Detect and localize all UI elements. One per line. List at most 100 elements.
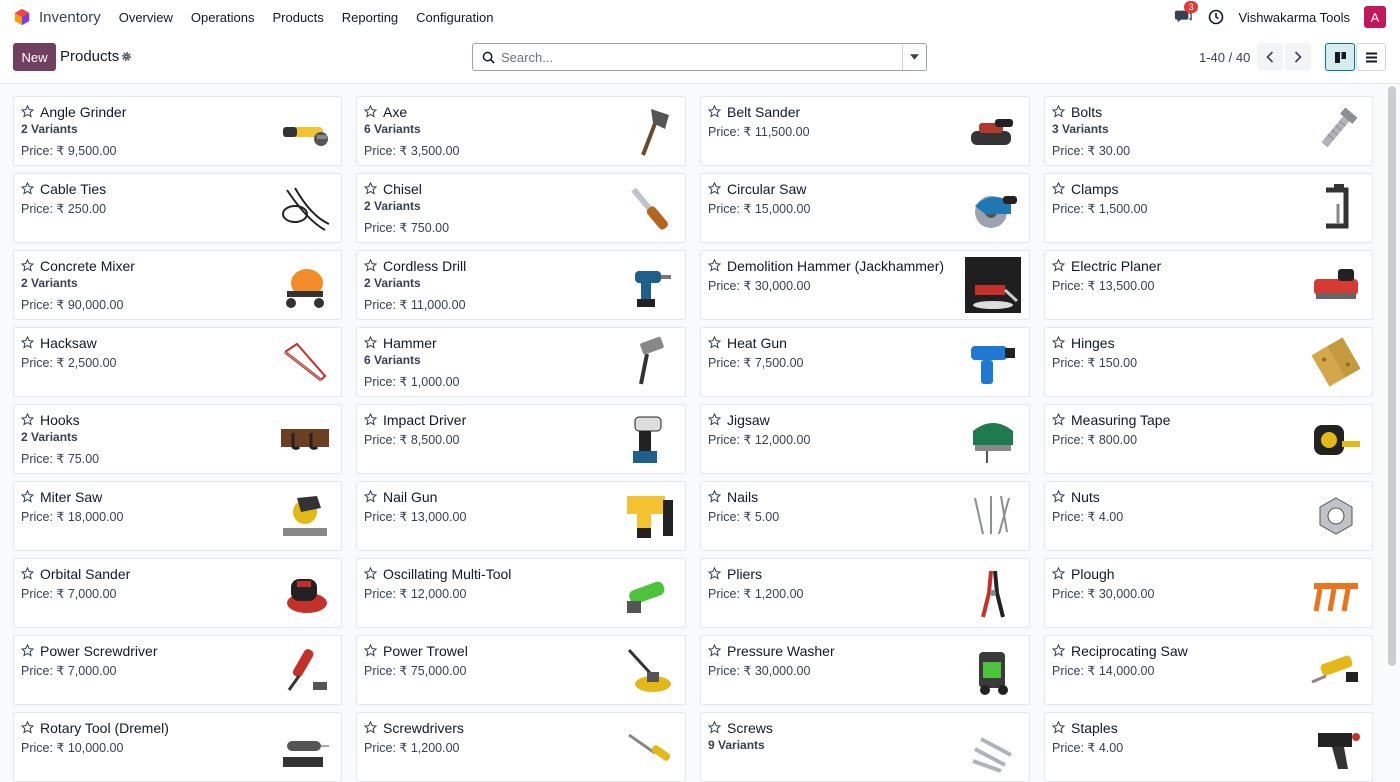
scrollbar[interactable]: [1388, 86, 1396, 666]
product-card[interactable]: Miter Saw Price: ₹ 18,000.00: [13, 481, 342, 551]
product-card[interactable]: Bolts 3 Variants Price: ₹ 30.00: [1044, 96, 1373, 166]
favorite-star-icon[interactable]: [708, 490, 721, 503]
menu-reporting[interactable]: Reporting: [342, 10, 398, 25]
product-card[interactable]: Hooks 2 Variants Price: ₹ 75.00: [13, 404, 342, 474]
product-card[interactable]: Cordless Drill 2 Variants Price: ₹ 11,000.…: [356, 250, 686, 320]
favorite-star-icon[interactable]: [21, 490, 34, 503]
favorite-star-icon[interactable]: [1052, 644, 1065, 657]
screws-icon: [972, 737, 1012, 773]
clock-icon[interactable]: [1208, 9, 1224, 25]
app-logo-icon[interactable]: [13, 8, 31, 26]
favorite-star-icon[interactable]: [708, 105, 721, 118]
favorite-star-icon[interactable]: [364, 721, 377, 734]
product-card[interactable]: Nails Price: ₹ 5.00: [700, 481, 1030, 551]
favorite-star-icon[interactable]: [1052, 567, 1065, 580]
product-price: Price: ₹ 12,000.00: [708, 433, 811, 447]
product-card[interactable]: Heat Gun Price: ₹ 7,500.00: [700, 327, 1030, 397]
product-card[interactable]: Jigsaw Price: ₹ 12,000.00: [700, 404, 1030, 474]
product-card[interactable]: Cable Ties Price: ₹ 250.00: [13, 173, 342, 243]
product-card[interactable]: Angle Grinder 2 Variants Price: ₹ 9,500.00: [13, 96, 342, 166]
favorite-star-icon[interactable]: [21, 336, 34, 349]
favorite-star-icon[interactable]: [364, 644, 377, 657]
favorite-star-icon[interactable]: [364, 490, 377, 503]
menu-overview[interactable]: Overview: [119, 10, 173, 25]
product-card[interactable]: Hinges Price: ₹ 150.00: [1044, 327, 1373, 397]
product-card[interactable]: Demolition Hammer (Jackhammer) Price: ₹ 3…: [700, 250, 1030, 320]
favorite-star-icon[interactable]: [708, 644, 721, 657]
favorite-star-icon[interactable]: [21, 259, 34, 272]
product-card[interactable]: Staples Price: ₹ 4.00: [1044, 712, 1373, 782]
product-card[interactable]: Screws 9 Variants: [700, 712, 1030, 782]
menu-configuration[interactable]: Configuration: [416, 10, 493, 25]
favorite-star-icon[interactable]: [708, 182, 721, 195]
product-card[interactable]: Nail Gun Price: ₹ 13,000.00: [356, 481, 686, 551]
product-card[interactable]: Measuring Tape Price: ₹ 800.00: [1044, 404, 1373, 474]
favorite-star-icon[interactable]: [21, 182, 34, 195]
favorite-star-icon[interactable]: [708, 721, 721, 734]
search-options-toggle[interactable]: [902, 44, 926, 70]
favorite-star-icon[interactable]: [708, 336, 721, 349]
favorite-star-icon[interactable]: [21, 644, 34, 657]
favorite-star-icon[interactable]: [1052, 490, 1065, 503]
search-input[interactable]: Search...: [472, 43, 927, 71]
product-card[interactable]: Power Trowel Price: ₹ 75,000.00: [356, 635, 686, 705]
favorite-star-icon[interactable]: [708, 567, 721, 580]
favorite-star-icon[interactable]: [1052, 182, 1065, 195]
favorite-star-icon[interactable]: [1052, 336, 1065, 349]
product-card[interactable]: Axe 6 Variants Price: ₹ 3,500.00: [356, 96, 686, 166]
favorite-star-icon[interactable]: [708, 259, 721, 272]
messages-button[interactable]: 3: [1174, 1, 1198, 27]
new-button[interactable]: New: [13, 43, 56, 71]
favorite-star-icon[interactable]: [364, 259, 377, 272]
product-card[interactable]: Nuts Price: ₹ 4.00: [1044, 481, 1373, 551]
product-card[interactable]: Belt Sander Price: ₹ 11,500.00: [700, 96, 1030, 166]
product-name: Power Trowel: [383, 643, 468, 659]
company-switcher[interactable]: Vishwakarma Tools: [1238, 10, 1350, 25]
product-card[interactable]: Rotary Tool (Dremel) Price: ₹ 10,000.00: [13, 712, 342, 782]
favorite-star-icon[interactable]: [1052, 413, 1065, 426]
favorite-star-icon[interactable]: [364, 336, 377, 349]
app-name[interactable]: Inventory: [39, 9, 101, 26]
favorite-star-icon[interactable]: [364, 567, 377, 580]
pager-previous-button[interactable]: [1257, 43, 1283, 71]
product-card[interactable]: Hammer 6 Variants Price: ₹ 1,000.00: [356, 327, 686, 397]
product-card[interactable]: Chisel 2 Variants Price: ₹ 750.00: [356, 173, 686, 243]
favorite-star-icon[interactable]: [364, 182, 377, 195]
nut-icon: [1319, 497, 1353, 535]
favorite-star-icon[interactable]: [364, 105, 377, 118]
product-name: Axe: [383, 104, 408, 120]
product-card[interactable]: Orbital Sander Price: ₹ 7,000.00: [13, 558, 342, 628]
product-card[interactable]: Impact Driver Price: ₹ 8,500.00: [356, 404, 686, 474]
menu-operations[interactable]: Operations: [191, 10, 255, 25]
user-avatar[interactable]: A: [1364, 6, 1386, 28]
product-variants: 3 Variants: [1052, 122, 1109, 136]
favorite-star-icon[interactable]: [1052, 721, 1065, 734]
list-view-button[interactable]: [1356, 43, 1386, 71]
pager-value[interactable]: 1-40 / 40: [1199, 50, 1250, 65]
product-card[interactable]: Reciprocating Saw Price: ₹ 14,000.00: [1044, 635, 1373, 705]
product-card[interactable]: Plough Price: ₹ 30,000.00: [1044, 558, 1373, 628]
favorite-star-icon[interactable]: [21, 721, 34, 734]
favorite-star-icon[interactable]: [21, 413, 34, 426]
product-card[interactable]: Electric Planer Price: ₹ 13,500.00: [1044, 250, 1373, 320]
favorite-star-icon[interactable]: [21, 567, 34, 580]
gear-icon[interactable]: [121, 51, 132, 62]
product-card[interactable]: Oscillating Multi-Tool Price: ₹ 12,000.00: [356, 558, 686, 628]
product-card[interactable]: Concrete Mixer 2 Variants Price: ₹ 90,000.…: [13, 250, 342, 320]
favorite-star-icon[interactable]: [1052, 105, 1065, 118]
product-card[interactable]: Pliers Price: ₹ 1,200.00: [700, 558, 1030, 628]
pager-next-button[interactable]: [1285, 43, 1311, 71]
product-card[interactable]: Pressure Washer Price: ₹ 30,000.00: [700, 635, 1030, 705]
product-card[interactable]: Clamps Price: ₹ 1,500.00: [1044, 173, 1373, 243]
favorite-star-icon[interactable]: [364, 413, 377, 426]
favorite-star-icon[interactable]: [708, 413, 721, 426]
product-card[interactable]: Circular Saw Price: ₹ 15,000.00: [700, 173, 1030, 243]
favorite-star-icon[interactable]: [21, 105, 34, 118]
menu-products[interactable]: Products: [272, 10, 323, 25]
product-card[interactable]: Hacksaw Price: ₹ 2,500.00: [13, 327, 342, 397]
kanban-view-button[interactable]: [1325, 43, 1355, 71]
product-card[interactable]: Power Screwdriver Price: ₹ 7,000.00: [13, 635, 342, 705]
product-card[interactable]: Screwdrivers Price: ₹ 1,200.00: [356, 712, 686, 782]
page-title[interactable]: Products: [60, 48, 119, 65]
favorite-star-icon[interactable]: [1052, 259, 1065, 272]
